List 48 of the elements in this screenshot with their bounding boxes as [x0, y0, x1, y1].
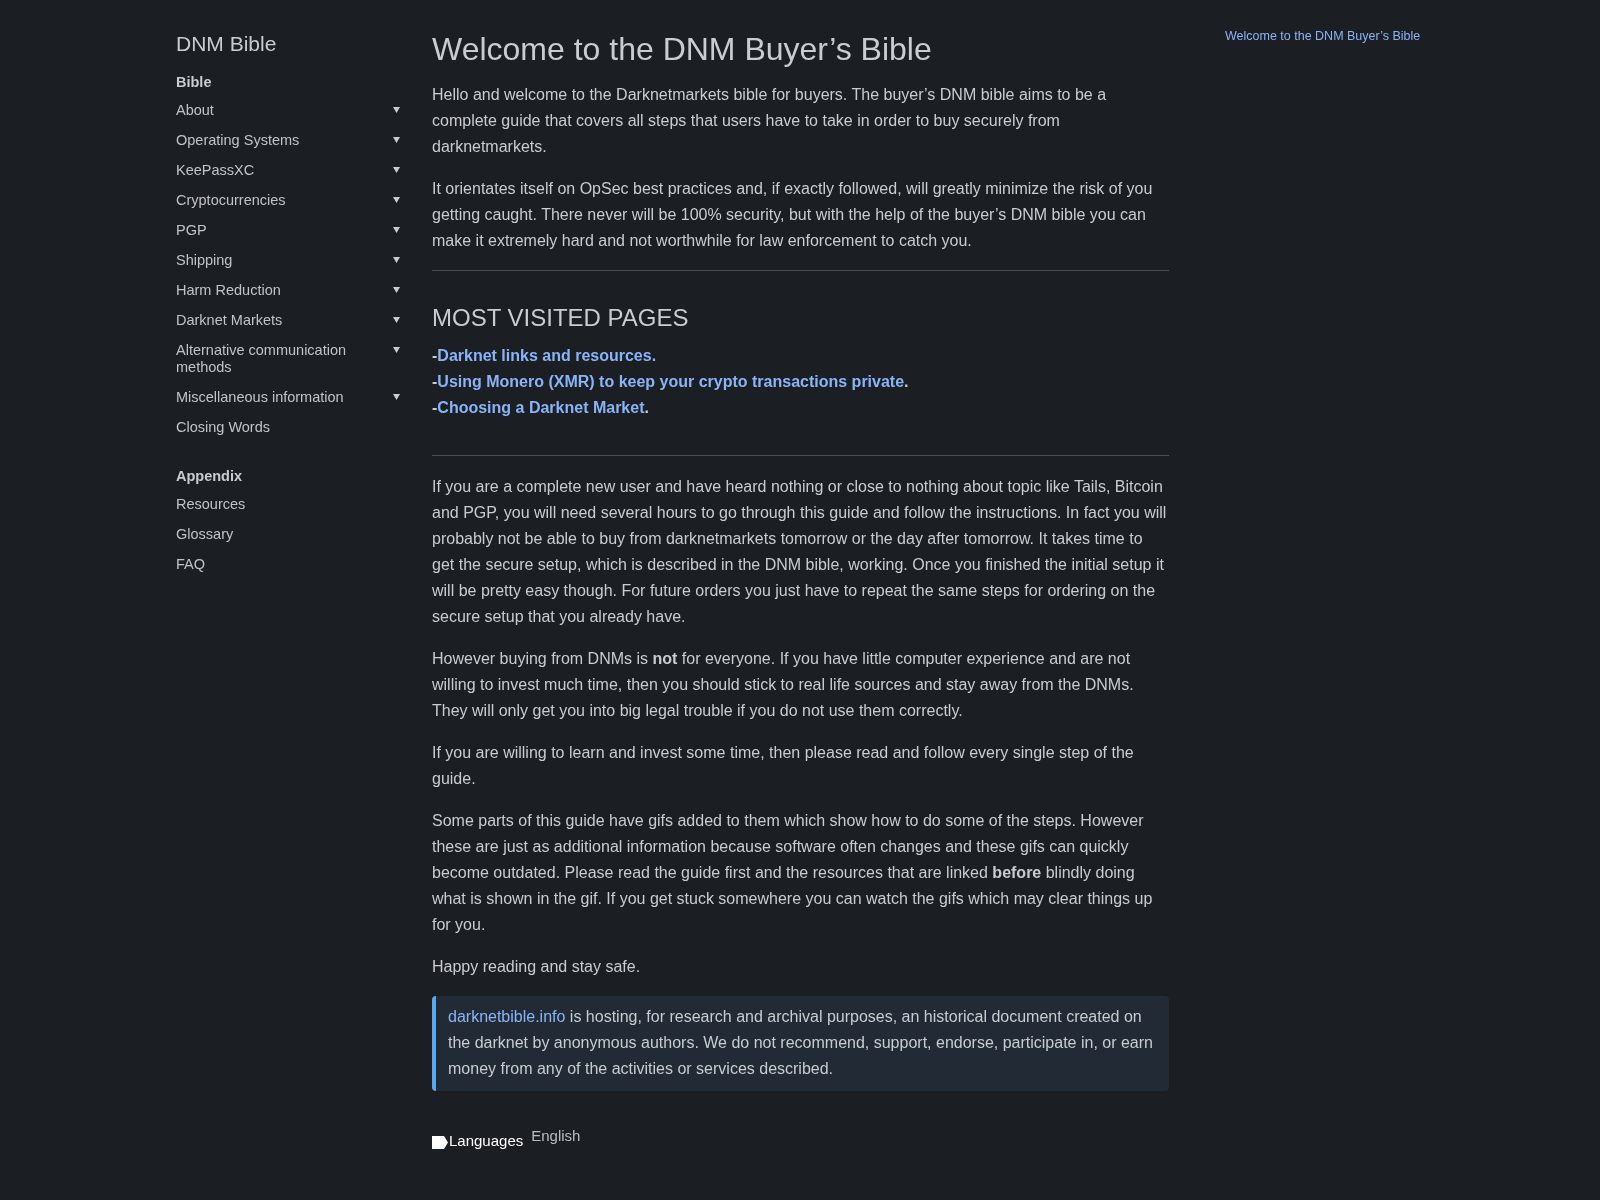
caret-icon[interactable]	[393, 257, 400, 263]
body-paragraph: However buying from DNMs is not for everyone. If you have little computer experience and are not willing to invest much time, then you should stick to real life sources and stay away from the DNMs. They will only get you into big legal trouble if you do not use them correctly.	[432, 649, 1135, 721]
section-heading: Bible	[176, 74, 212, 90]
page-link[interactable]: Choosing a Darknet Market	[437, 399, 645, 416]
intro-paragraph: It orientates itself on OpSec best practices and, if exactly followed, will greatly minimize the risk of you getting caught. There never will be 100% security, but with the help of the buyer’s DNM bible you can make it extremely hard and not worthwhile for law enforcement to catch you.	[432, 179, 1154, 251]
section-heading: Appendix	[176, 468, 243, 484]
caret-icon[interactable]	[393, 227, 400, 233]
caret-icon[interactable]	[393, 137, 400, 143]
languages-image-alt[interactable]: Languages	[449, 1133, 524, 1149]
caret-icon[interactable]	[393, 394, 400, 400]
nav-link[interactable]: PGP	[176, 222, 207, 239]
site-link[interactable]: darknetbible.info	[448, 1008, 566, 1025]
nav-link[interactable]: Darknet Markets	[176, 312, 283, 329]
link-line: -Choosing a Darknet Market.	[432, 398, 650, 418]
nav-link[interactable]: KeePassXC	[176, 162, 255, 179]
site-title[interactable]: DNM Bible	[176, 32, 277, 56]
nav-link[interactable]: Alternative communication methods	[176, 342, 361, 376]
link-line: -Darknet links and resources.	[432, 346, 658, 366]
nav-link[interactable]: Resources	[176, 496, 246, 513]
intro-paragraph: Hello and welcome to the Darknetmarkets bible for buyers. The buyer’s DNM bible aims to be a complete guide that covers all steps that users have to take in order to buy securely from darknetmarkets.	[432, 85, 1108, 157]
nav-link[interactable]: Glossary	[176, 526, 234, 543]
page-heading: Welcome to the DNM Buyer’s Bible	[432, 30, 933, 68]
section-heading: MOST VISITED PAGES	[432, 305, 690, 331]
body-paragraph: Some parts of this guide have gifs added to them which show how to do some of the steps. However these are just as additional information because software often changes and these gifs can quickly become outdated. Please read the guide first and the resources that are linked before blindly doing what is shown in the gif. If you get stuck somewhere you can watch the gifs which may clear things up for you.	[432, 811, 1154, 935]
body-paragraph: If you are a complete new user and have heard nothing or close to nothing about topic like Tails, Bitcoin and PGP, you will need several hours to go through this guide and follow the instructions. In fact you will probably not be able to buy from darknetmarkets tomorrow or the day after tomorrow. It takes time to get the secure setup, which is described in the DNM bible, working. Once you finished the initial setup it will be pretty easy though. For future orders you just have to repeat the same steps for ordering on the secure setup that you already have.	[432, 477, 1168, 627]
language-name[interactable]: English	[531, 1123, 581, 1149]
nav-link[interactable]: Operating Systems	[176, 132, 300, 149]
link-line: -Using Monero (XMR) to keep your crypto transactions private.	[432, 372, 910, 392]
caret-icon[interactable]	[393, 197, 400, 203]
page-link[interactable]: Using Monero (XMR) to keep your crypto transactions private	[437, 373, 905, 390]
broken-image-icon	[432, 1136, 448, 1149]
nav-link[interactable]: Harm Reduction	[176, 282, 281, 299]
body-paragraph: Happy reading and stay safe.	[432, 957, 642, 977]
page-link[interactable]: Darknet links and resources.	[437, 347, 657, 364]
nav-link[interactable]: FAQ	[176, 556, 205, 573]
caret-icon[interactable]	[393, 317, 400, 323]
nav-link[interactable]: Miscellaneous information	[176, 389, 344, 406]
caret-icon[interactable]	[393, 107, 400, 113]
toc-link[interactable]: Welcome to the DNM Buyer’s Bible	[1225, 29, 1421, 43]
nav-link[interactable]: Cryptocurrencies	[176, 192, 286, 209]
nav-link[interactable]: Shipping	[176, 252, 233, 269]
caret-icon[interactable]	[393, 347, 400, 353]
body-paragraph: If you are willing to learn and invest some time, then please read and follow every single step of the guide.	[432, 743, 1135, 789]
nav-link[interactable]: Closing Words	[176, 419, 271, 436]
nav-link[interactable]: About	[176, 102, 214, 119]
disclaimer-note: darknetbible.info is hosting, for research and archival purposes, an historical document created on the darknet by anonymous authors. We do not recommend, support, endorse, participate in, or earn money from any of the activities or services described.	[432, 996, 1169, 1091]
caret-icon[interactable]	[393, 287, 400, 293]
caret-icon[interactable]	[393, 167, 400, 173]
